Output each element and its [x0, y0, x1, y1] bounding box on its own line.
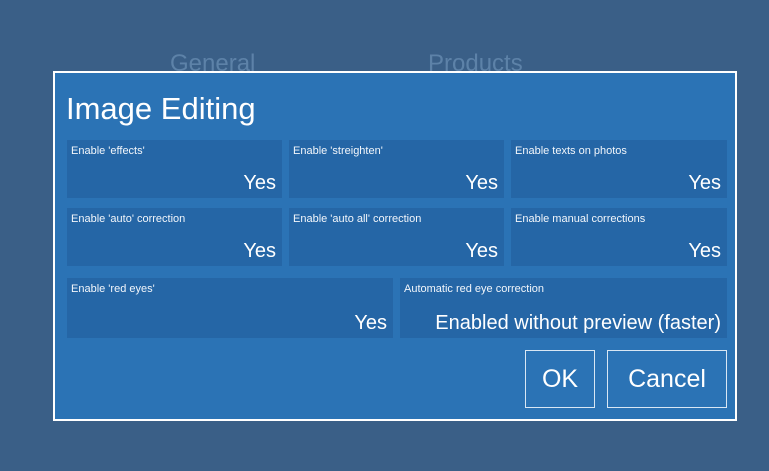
- setting-enable-auto-all-correction[interactable]: Enable 'auto all' correction Yes: [289, 208, 504, 266]
- setting-label: Enable manual corrections: [515, 213, 646, 225]
- setting-label: Enable 'red eyes': [71, 283, 155, 295]
- setting-value: Yes: [465, 240, 498, 262]
- setting-value: Yes: [354, 312, 387, 334]
- cancel-button[interactable]: Cancel: [607, 350, 727, 408]
- setting-value: Enabled without preview (faster): [435, 312, 721, 334]
- setting-enable-texts-on-photos[interactable]: Enable texts on photos Yes: [511, 140, 727, 198]
- setting-label: Automatic red eye correction: [404, 283, 545, 295]
- setting-value: Yes: [688, 240, 721, 262]
- setting-label: Enable 'streighten': [293, 145, 383, 157]
- ok-button[interactable]: OK: [525, 350, 595, 408]
- setting-label: Enable 'auto all' correction: [293, 213, 422, 225]
- setting-value: Yes: [688, 172, 721, 194]
- setting-label: Enable 'auto' correction: [71, 213, 186, 225]
- setting-value: Yes: [243, 172, 276, 194]
- setting-value: Yes: [465, 172, 498, 194]
- setting-enable-auto-correction[interactable]: Enable 'auto' correction Yes: [67, 208, 282, 266]
- setting-enable-effects[interactable]: Enable 'effects' Yes: [67, 140, 282, 198]
- dialog-title: Image Editing: [66, 91, 256, 126]
- image-editing-dialog: Image Editing Enable 'effects' Yes Enabl…: [53, 71, 737, 421]
- setting-label: Enable texts on photos: [515, 145, 627, 157]
- setting-automatic-red-eye-correction[interactable]: Automatic red eye correction Enabled wit…: [400, 278, 727, 338]
- setting-enable-streighten[interactable]: Enable 'streighten' Yes: [289, 140, 504, 198]
- setting-label: Enable 'effects': [71, 145, 145, 157]
- setting-enable-manual-corrections[interactable]: Enable manual corrections Yes: [511, 208, 727, 266]
- setting-value: Yes: [243, 240, 276, 262]
- setting-enable-red-eyes[interactable]: Enable 'red eyes' Yes: [67, 278, 393, 338]
